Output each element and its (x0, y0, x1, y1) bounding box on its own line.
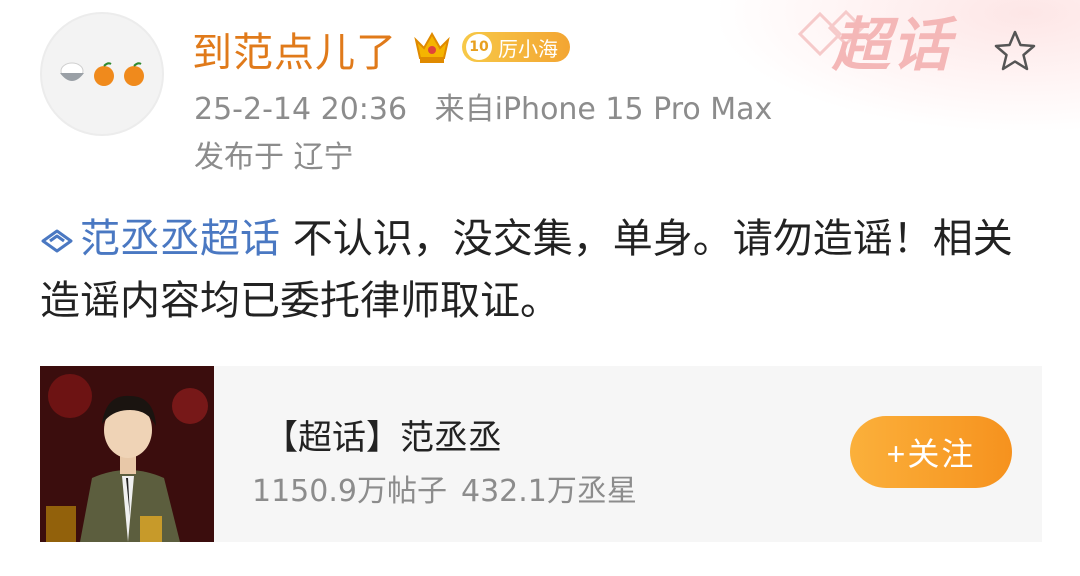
supertopic-diamond-icon (41, 229, 73, 253)
post-location: 发布于 辽宁 (194, 140, 354, 175)
post-count: 1150.9万帖子 (252, 474, 447, 509)
fan-badge[interactable]: 10 厉小海 (462, 32, 570, 62)
fan-badge-level: 10 (466, 34, 492, 60)
supertopic-stats: 1150.9万帖子 432.1万丞星 (252, 466, 637, 510)
post-content: 范丞丞超话 不认识，没交集，单身。请勿造谣！相关造谣内容均已委托律师取证。 (40, 208, 1050, 332)
orange-icon (124, 62, 144, 86)
follow-button[interactable]: +关注 (850, 416, 1012, 488)
watermark-text: 超话 (831, 11, 952, 79)
rice-bowl-icon (60, 62, 84, 81)
avatar[interactable] (40, 12, 164, 136)
person-photo (40, 366, 214, 542)
fan-badge-label: 厉小海 (498, 36, 558, 61)
post-meta: 25-2-14 20:36 来自iPhone 15 Pro Max (194, 84, 772, 128)
supertopic-title: 【超话】范丞丞 (264, 418, 502, 458)
orange-icon (94, 62, 114, 86)
post-source: 来自iPhone 15 Pro Max (434, 92, 773, 127)
supertopic-card[interactable]: 【超话】范丞丞 1150.9万帖子 432.1万丞星 +关注 (40, 366, 1042, 542)
star-icon[interactable] (990, 26, 1040, 76)
supertopic-link[interactable]: 范丞丞超话 (40, 216, 280, 262)
post-timestamp: 25-2-14 20:36 (194, 92, 408, 127)
member-count: 432.1万丞星 (460, 474, 637, 509)
supertopic-cover-image (40, 366, 214, 542)
decor-diamond-icon (797, 9, 865, 57)
crown-icon (414, 31, 450, 63)
username[interactable]: 到范点儿了 (192, 20, 397, 78)
supertopic-link-text: 范丞丞超话 (80, 216, 280, 262)
